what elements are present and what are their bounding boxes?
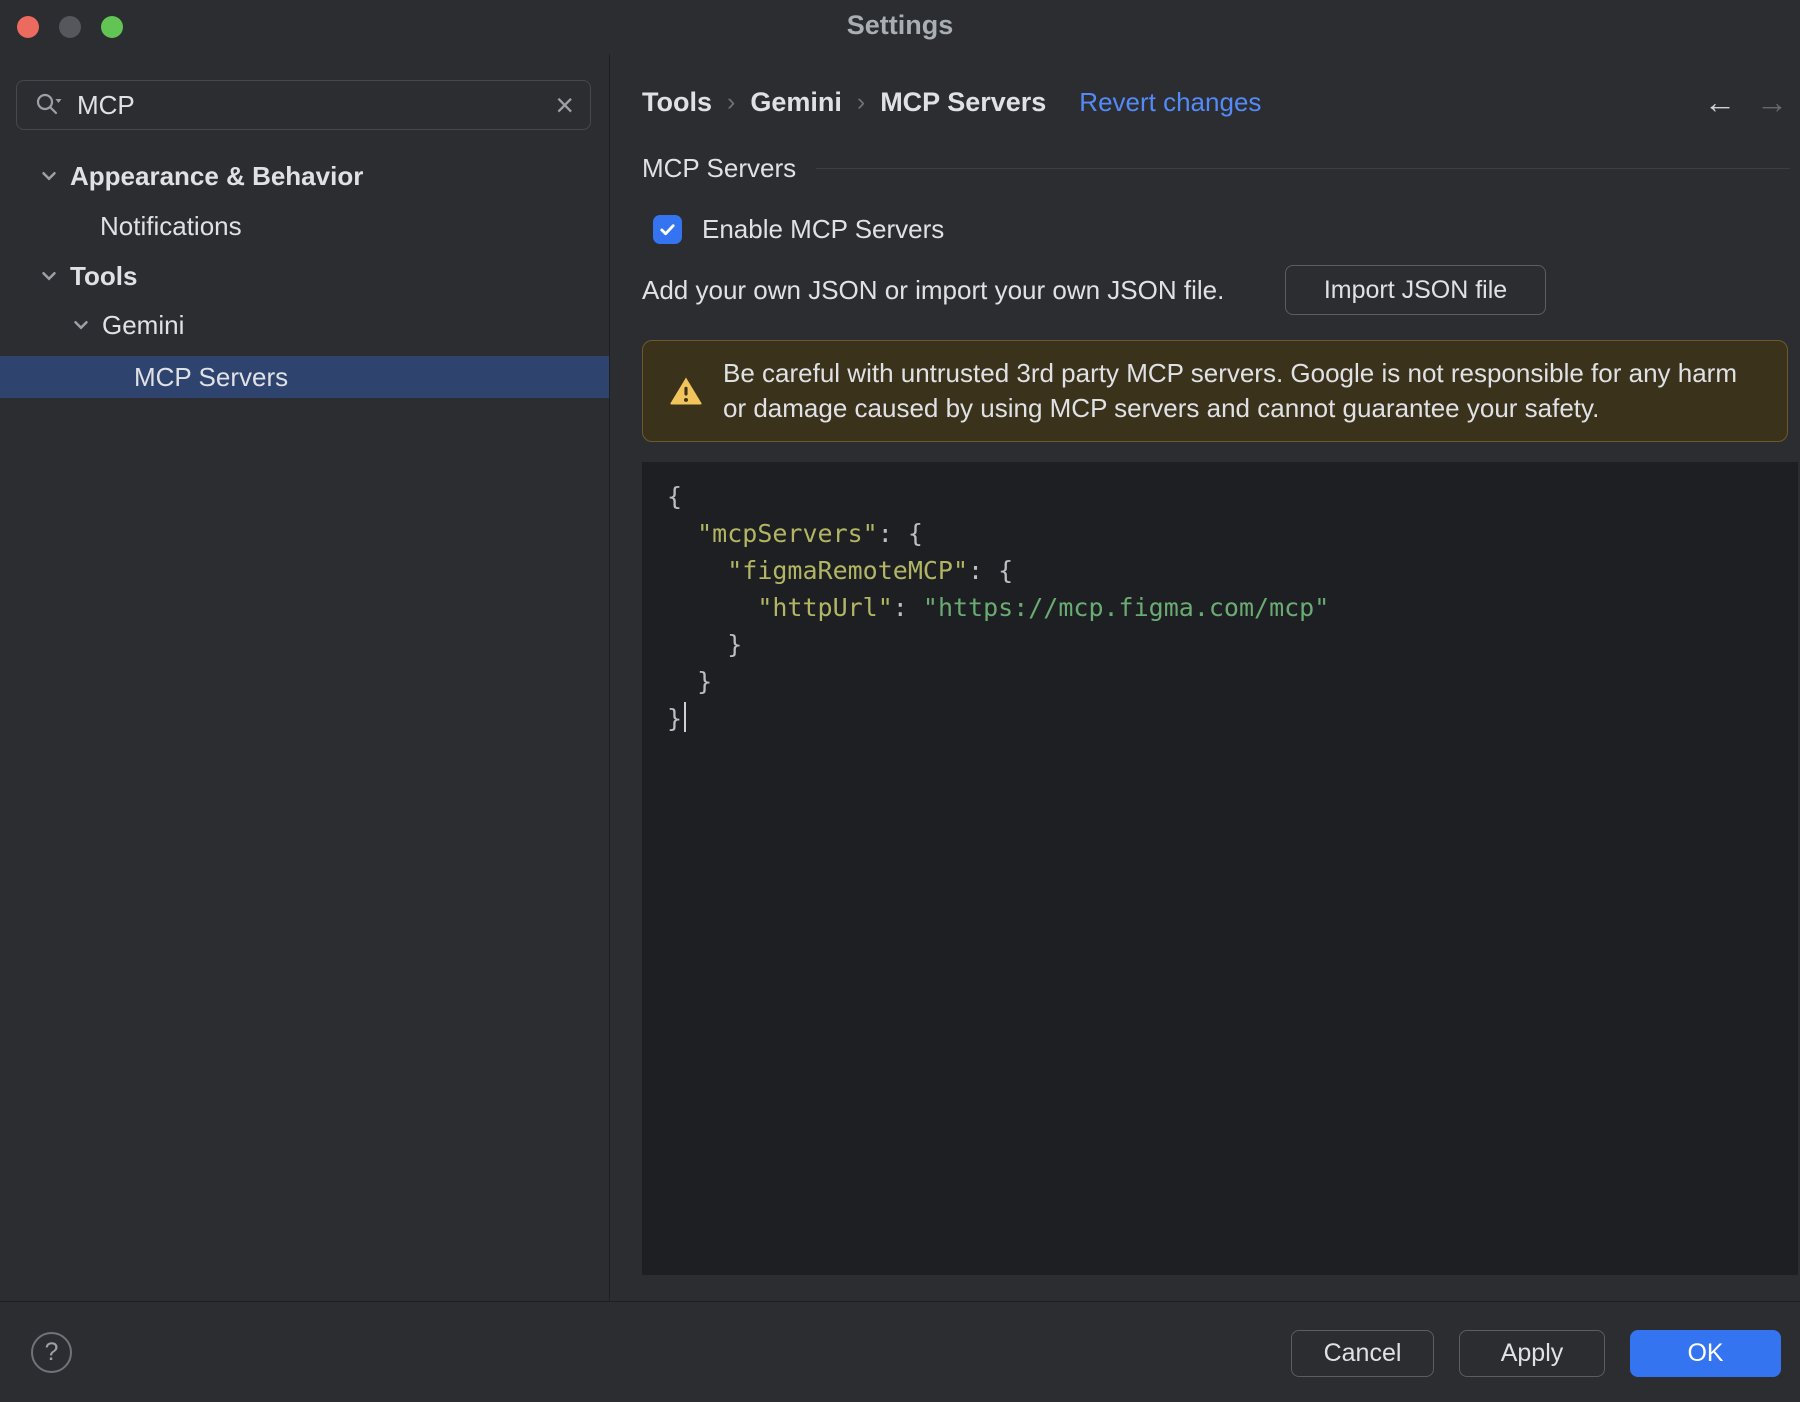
warning-banner: Be careful with untrusted 3rd party MCP … [642,340,1788,442]
enable-mcp-label: Enable MCP Servers [702,213,945,244]
search-icon [36,93,62,115]
ok-button[interactable]: OK [1630,1330,1781,1377]
section-title: MCP Servers [642,152,797,183]
tree-item-mcp-servers-selected[interactable]: MCP Servers [0,356,609,398]
breadcrumb-mcp-servers[interactable]: MCP Servers [880,87,1046,118]
tree-item-label: Tools [70,260,138,291]
code-line: } [667,700,1798,737]
check-icon [660,223,675,235]
window-title: Settings [846,10,954,40]
chevron-down-icon [42,172,56,181]
settings-content: Tools › Gemini › MCP Servers Revert chan… [610,54,1800,1301]
tree-item-label: Gemini [102,309,185,340]
breadcrumb: Tools › Gemini › MCP Servers Revert chan… [642,84,1261,120]
warning-icon [670,377,702,405]
breadcrumb-tools[interactable]: Tools [642,87,712,118]
code-line: "mcpServers": { [697,519,923,548]
search-input[interactable] [77,89,542,121]
settings-sidebar: × Appearance & Behavior Notifications To… [0,54,609,1301]
tree-item-label: Appearance & Behavior [70,160,364,191]
question-icon: ? [44,1338,59,1366]
import-description: Add your own JSON or import your own JSO… [642,274,1225,305]
import-json-button[interactable]: Import JSON file [1285,265,1546,315]
enable-mcp-checkbox[interactable] [653,214,682,244]
enable-mcp-row: Enable MCP Servers [653,212,944,246]
code-line: } [667,630,743,659]
warning-text: Be careful with untrusted 3rd party MCP … [723,358,1737,423]
text-caret [684,702,687,732]
breadcrumb-separator-icon: › [856,87,866,116]
clear-search-icon[interactable]: × [555,89,574,121]
tree-item-appearance-behavior[interactable]: Appearance & Behavior [0,154,609,198]
code-line: } [667,667,713,696]
tree-item-notifications[interactable]: Notifications [0,204,609,248]
settings-search-field[interactable]: × [16,80,591,130]
breadcrumb-separator-icon: › [727,87,736,116]
tree-item-label: Notifications [100,210,242,241]
section-header: MCP Servers [642,150,1790,186]
code-line: { [667,482,683,511]
import-row: Add your own JSON or import your own JSO… [642,265,1224,315]
apply-button[interactable]: Apply [1459,1330,1605,1377]
json-editor[interactable]: { "mcpServers": { "figmaRemoteMCP": { "h… [642,462,1798,1275]
tree-item-label: MCP Servers [134,361,289,392]
forward-icon[interactable]: → [1756,84,1788,120]
code-line: "httpUrl": "https://mcp.figma.com/mcp" [757,593,1330,622]
titlebar: Settings [0,0,1800,54]
breadcrumb-gemini[interactable]: Gemini [750,87,842,118]
code-line: "figmaRemoteMCP": { [727,556,1014,585]
help-button[interactable]: ? [31,1332,72,1373]
chevron-down-icon [74,321,88,330]
chevron-down-icon [42,272,56,281]
revert-changes-link[interactable]: Revert changes [1079,87,1261,118]
back-icon[interactable]: ← [1704,84,1736,120]
tree-item-gemini[interactable]: Gemini [0,303,609,347]
footer-buttons: Cancel Apply OK [1291,1330,1781,1377]
cancel-button[interactable]: Cancel [1291,1330,1434,1377]
section-divider [816,167,1790,169]
tree-item-tools[interactable]: Tools [0,254,609,298]
json-editor-code: { "mcpServers": { "figmaRemoteMCP": { "h… [642,462,1798,737]
dialog-footer: ? Cancel Apply OK [0,1301,1800,1402]
